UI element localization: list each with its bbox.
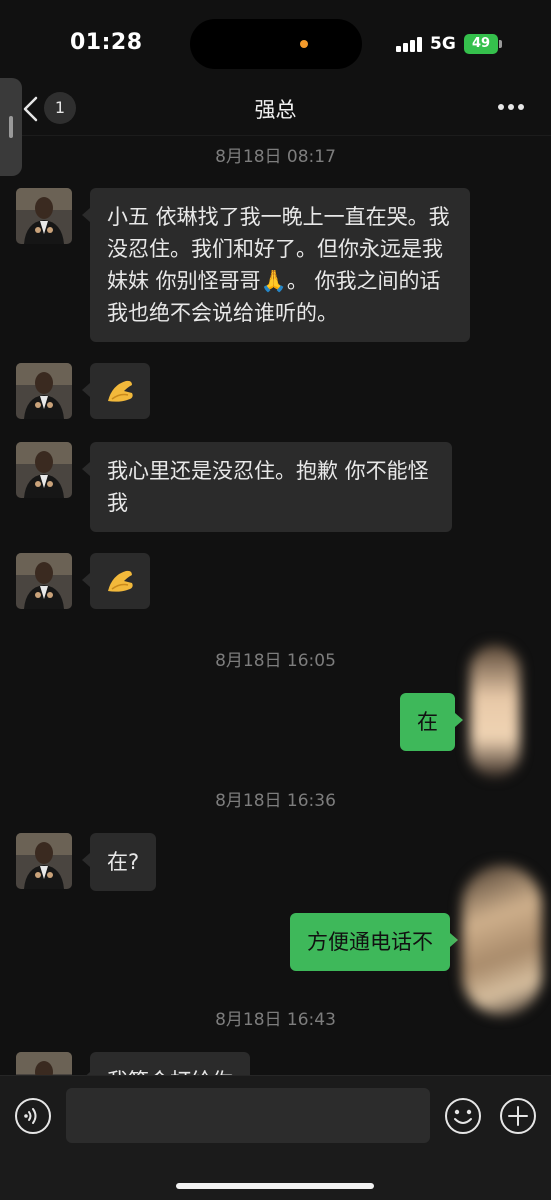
status-bar: 01:28 5G 49 [0,0,551,90]
contact-avatar[interactable] [16,363,72,419]
battery-level: 49 [471,36,491,51]
message-list[interactable]: 8月18日 08:17 小五 依琳找了我一晚上一直在哭。我没忍住。我们和好了。但… [0,137,551,1075]
pinched-fingers-icon [108,570,133,592]
chat-title: 强总 [254,98,297,122]
incoming-emoji-bubble[interactable] [82,363,150,419]
contact-avatar[interactable] [16,833,72,889]
timestamp: 8月18日 16:43 [215,1010,336,1030]
battery-tip [499,40,502,48]
incoming-message-bubble[interactable]: 在? [81,833,157,891]
incoming-emoji-bubble[interactable] [82,553,150,609]
pinched-fingers-icon [108,380,133,402]
timestamp: 8月18日 16:05 [215,651,336,671]
outgoing-message-bubble[interactable]: 方便通电话不 [290,913,458,971]
contact-avatar[interactable] [16,442,72,498]
message-input-bar [0,1075,551,1200]
cellular-signal-icon [396,36,422,52]
incoming-message-bubble[interactable]: 小五 依琳找了我一晚上一直在哭。我没忍住。我们和好了。但你永远是我妹妹 你别怪哥… [82,188,470,342]
message-text-input[interactable] [66,1088,430,1143]
incoming-message-bubble[interactable]: 我等会打给你 [82,1052,250,1075]
contact-avatar[interactable] [16,1052,72,1075]
chat-header: 1 强总 [0,80,551,136]
timestamp: 8月18日 08:17 [215,147,336,167]
contact-avatar[interactable] [16,188,72,244]
contact-avatar[interactable] [16,553,72,609]
emoji-icon[interactable] [444,1097,482,1135]
privacy-indicator-dot [300,40,308,48]
home-indicator[interactable] [176,1183,374,1189]
redacted-avatar [470,645,520,777]
voice-input-icon[interactable] [14,1097,52,1135]
incoming-message-bubble[interactable]: 我心里还是没忍住。抱歉 你不能怪我 [82,442,452,532]
more-options-icon[interactable] [498,104,526,112]
redacted-avatar [462,865,542,1015]
network-type: 5G [430,34,456,54]
battery-icon: 49 [464,34,498,54]
status-time: 01:28 [70,30,143,55]
timestamp: 8月18日 16:36 [215,791,336,811]
outgoing-message-bubble[interactable]: 在 [400,693,463,751]
add-attachment-icon[interactable] [499,1097,537,1135]
dynamic-island [190,19,362,69]
